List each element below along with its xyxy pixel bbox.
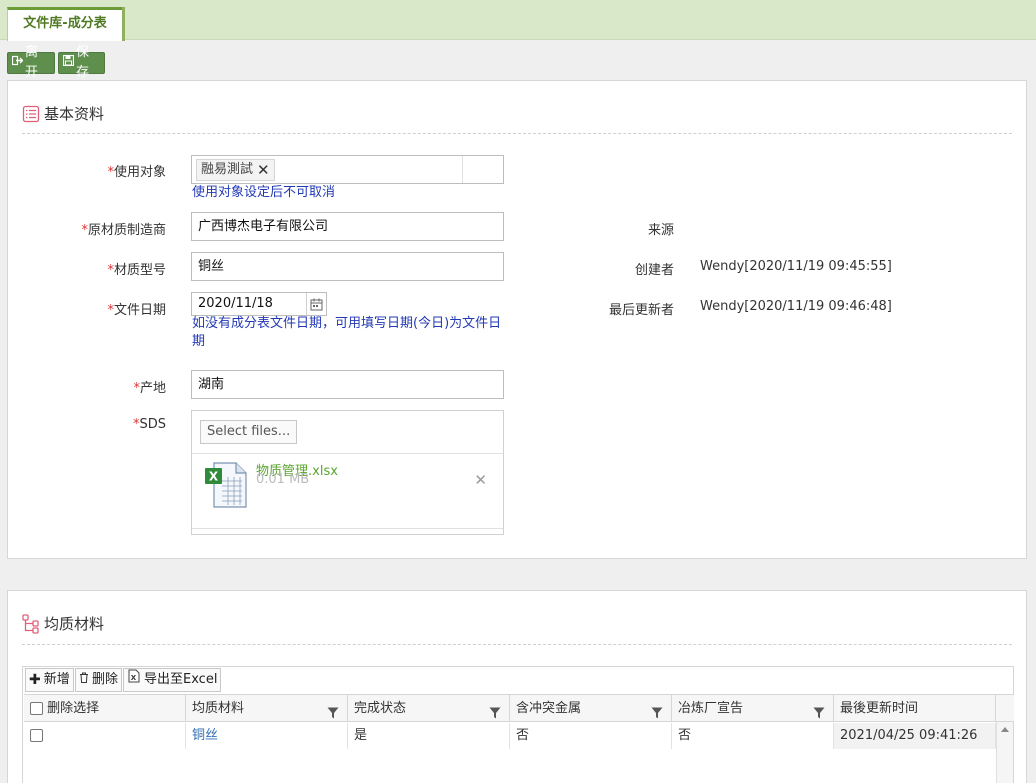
save-button[interactable]: 保存 [58,45,105,80]
remove-file-icon[interactable]: ✕ [474,471,487,489]
manufacturer-label: *原材质制造商 [81,223,166,238]
tab-bar: 文件库-成分表 [0,0,1036,41]
homogeneous-grid: ✚ 新增 删除 X 导出至Excel 删除选择 均质材料 完成状态 含冲突金属 … [22,666,1014,783]
target-hint: 使用对象设定后不可取消 [192,185,336,200]
filter-icon[interactable] [651,702,663,719]
svg-text:X: X [131,674,137,682]
updater-value: Wendy[2020/11/19 09:46:48] [700,299,892,314]
material-link[interactable]: 铜丝 [186,723,348,749]
basic-info-panel: 基本资料 *使用对象 融易測試 ✕ 使用对象设定后不可取消 *原材质制造商 广西… [7,80,1027,559]
origin-input[interactable]: 湖南 [191,370,504,399]
sds-label: *SDS [132,417,166,432]
basic-info-header: 基本资料 [22,103,104,124]
homogeneous-header: 均质材料 [22,613,104,634]
creator-value: Wendy[2020/11/19 09:45:55] [700,259,892,274]
updated-cell: 2021/04/25 09:41:26 [834,723,996,749]
remove-chip-icon[interactable]: ✕ [257,160,270,180]
homogeneous-title: 均质材料 [44,615,105,633]
tab-ingredient-table[interactable]: 文件库-成分表 [7,7,125,41]
grid-scrollbar[interactable] [996,722,1013,783]
svg-text:X: X [209,470,219,484]
homogeneous-panel: 均质材料 ✚ 新增 删除 X 导出至Excel 删除选择 均质材料 完成状态 含… [7,590,1027,783]
trash-icon [79,669,89,691]
date-input[interactable]: 2020/11/18 [191,292,327,316]
save-label: 保存 [76,45,90,80]
export-excel-button[interactable]: X 导出至Excel [123,668,222,692]
add-button[interactable]: ✚ 新增 [25,668,74,692]
status-cell: 是 [348,723,510,749]
origin-label: *产地 [133,381,166,396]
sds-upload-area: Select files... X 物质管理.xlsx 0.01 MB ✕ [191,410,504,535]
target-chip: 融易測試 ✕ [196,159,275,181]
row-checkbox[interactable] [30,729,43,742]
scroll-up-icon[interactable] [1001,727,1009,732]
basic-info-title: 基本资料 [44,105,105,123]
source-label: 来源 [647,223,674,238]
excel-file-icon: X [204,461,252,513]
smelter-cell: 否 [672,723,834,749]
divider [22,133,1012,134]
excel-icon: X [127,669,141,691]
target-search-input[interactable] [278,156,463,183]
leave-button[interactable]: 离开 [7,45,55,80]
divider [22,644,1012,645]
col-delete-select: 删除选择 [24,695,186,722]
exit-icon [11,53,24,73]
filter-icon[interactable] [489,702,501,719]
date-label: *文件日期 [107,303,166,318]
select-all-checkbox[interactable] [30,702,43,715]
leave-label: 离开 [25,45,39,80]
filter-icon[interactable] [327,702,339,719]
calendar-icon[interactable] [306,293,326,315]
grid-header: 删除选择 均质材料 完成状态 含冲突金属 冶炼厂宣告 最後更新时间 [24,694,1014,722]
row-checkbox-cell [24,723,186,749]
target-multiselect[interactable]: 融易測試 ✕ [191,155,504,184]
upload-bottom-divider [192,528,503,529]
table-row[interactable]: 铜丝 是 否 否 2021/04/25 09:41:26 [24,723,996,749]
updater-label: 最后更新者 [608,303,674,318]
col-smelter[interactable]: 冶炼厂宣告 [672,695,834,722]
col-status[interactable]: 完成状态 [348,695,510,722]
col-conflict-metal[interactable]: 含冲突金属 [510,695,672,722]
manufacturer-input[interactable]: 广西博杰电子有限公司 [191,212,504,241]
list-icon [22,105,40,123]
conflict-cell: 否 [510,723,672,749]
delete-button[interactable]: 删除 [75,668,123,692]
plus-icon: ✚ [29,672,41,688]
target-label: *使用对象 [107,165,166,180]
file-size: 0.01 MB [256,472,310,487]
filter-icon[interactable] [813,702,825,719]
select-files-button[interactable]: Select files... [200,420,298,444]
col-updated[interactable]: 最後更新时间 [834,695,996,722]
date-hint: 如没有成分表文件日期，可用填写日期(今日)为文件日期 [192,316,502,349]
creator-label: 创建者 [634,263,674,278]
model-input[interactable]: 铜丝 [191,252,504,281]
tree-icon [22,613,40,634]
upload-divider [192,453,503,454]
model-label: *材质型号 [107,263,166,278]
col-material[interactable]: 均质材料 [186,695,348,722]
save-icon [62,53,75,73]
